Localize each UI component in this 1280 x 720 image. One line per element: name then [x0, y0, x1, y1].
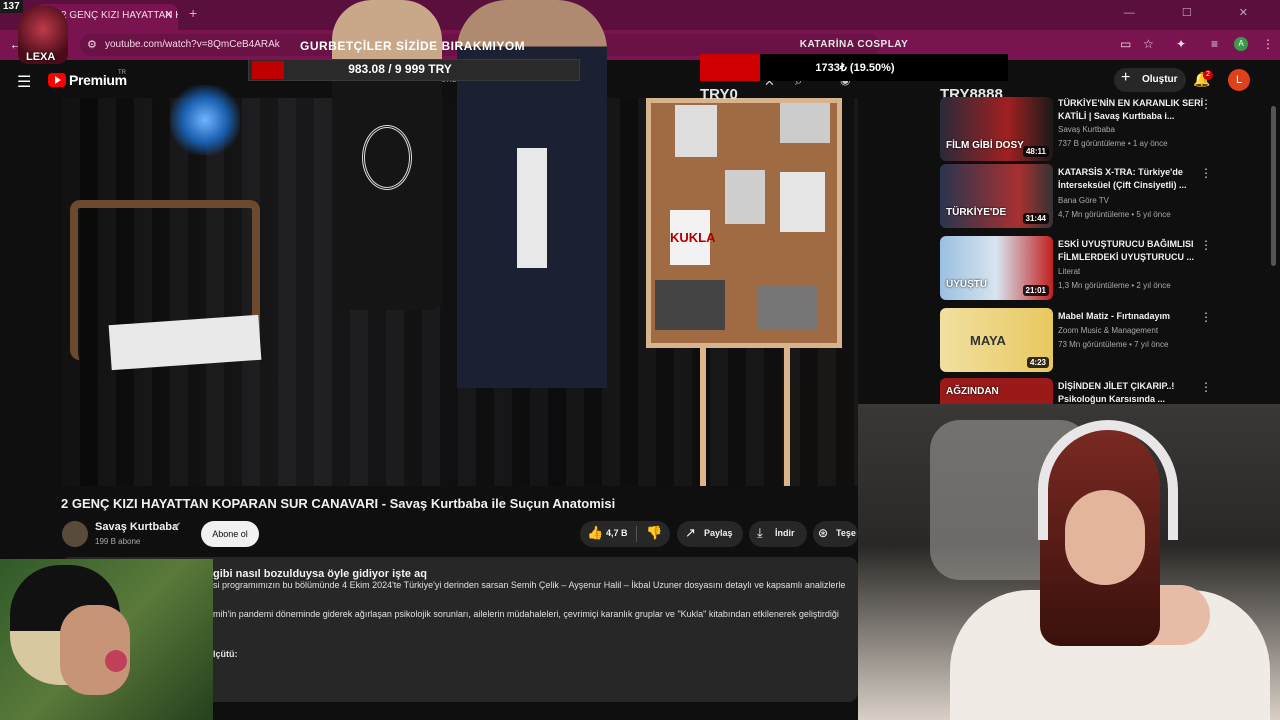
recommended-meta: 737 B görüntüleme • 1 ay önce	[1058, 139, 1168, 148]
video-thumbnail[interactable]: FİLM GİBİ DOSY 48:11	[940, 97, 1053, 161]
new-tab-button[interactable]: +	[189, 5, 197, 21]
recommended-video[interactable]: TÜRKİYE'DE 31:44 KATARSİS X-TRA: Türkiye…	[940, 164, 1270, 230]
thumbnail-text: UYUŞTU	[946, 279, 988, 290]
video-duration: 21:01	[1022, 285, 1049, 296]
bookmark-star-icon[interactable]: ☆	[1143, 37, 1154, 51]
channel-avatar[interactable]	[62, 521, 88, 547]
board-photo	[758, 285, 818, 330]
recommended-video[interactable]: UYUŞTU 21:01 ESKİ UYUŞTURUCU BAĞIMLISI F…	[940, 236, 1270, 302]
recommended-title[interactable]: ESKİ UYUŞTURUCU BAĞIMLISI FİLMLERDEKİ UY…	[1058, 238, 1208, 264]
browser-profile-avatar[interactable]: A	[1234, 37, 1248, 51]
thumbnail-text: FİLM GİBİ DOSY	[946, 140, 1024, 151]
region-code: TR	[118, 70, 126, 76]
cosplay-goal-fill	[700, 54, 760, 81]
verified-check-icon: ✔	[173, 521, 182, 532]
board-photo	[675, 105, 717, 157]
thumbnail-text: AĞZINDAN	[946, 386, 999, 397]
youtube-logo-icon[interactable]	[48, 73, 66, 87]
video-studio-light	[170, 85, 240, 155]
plus-icon: +	[1121, 69, 1131, 86]
thumbnail-text: MAYA	[970, 333, 1006, 348]
site-info-icon[interactable]: ⚙	[87, 38, 97, 51]
account-avatar[interactable]: L	[1228, 69, 1250, 91]
viewer-counter: 137	[0, 0, 23, 13]
video-duration: 48:11	[1022, 146, 1049, 157]
window-controls[interactable]: — ☐ ✕	[1124, 6, 1270, 19]
dislike-icon[interactable]: 👎	[646, 525, 662, 541]
create-label: Oluştur	[1142, 74, 1178, 85]
thanks-label: Teşe	[836, 528, 856, 538]
recommended-video[interactable]: FİLM GİBİ DOSY 48:11 TÜRKİYE'NİN EN KARA…	[940, 97, 1270, 163]
more-options-icon[interactable]: ⋮	[1200, 380, 1212, 394]
like-divider	[636, 526, 637, 542]
recommended-video[interactable]: AĞZINDAN DİŞİNDEN JİLET ÇIKARIP..! Psiko…	[940, 378, 1270, 404]
sidebar-scrollbar[interactable]	[1271, 106, 1276, 266]
description-heading: gibi nasıl bozulduysa öyle gidiyor işte …	[213, 568, 427, 580]
share-label: Paylaş	[704, 528, 733, 538]
video-duration: 4:23	[1026, 357, 1049, 368]
subscriber-count: 199 B abone	[95, 537, 141, 546]
download-label: İndir	[775, 528, 795, 538]
recommended-video[interactable]: MAYA 4:23 Mabel Matiz - Fırtınadayım Zoo…	[940, 308, 1270, 374]
url-text[interactable]: youtube.com/watch?v=8QmCeB4ARAk	[105, 39, 280, 50]
board-photo	[725, 170, 765, 224]
thumbnail-text: TÜRKİYE'DE	[946, 207, 1007, 218]
recommended-meta: 1,3 Mn görüntüleme • 2 yıl önce	[1058, 281, 1171, 290]
donation-goal-fill	[252, 61, 284, 79]
more-options-icon[interactable]: ⋮	[1200, 238, 1212, 252]
video-thumbnail[interactable]: UYUŞTU 21:01	[940, 236, 1053, 300]
browser-menu-icon[interactable]: ⋮	[1262, 37, 1274, 51]
flower-icon	[105, 650, 127, 672]
kukla-card: KUKLA	[670, 210, 716, 265]
recommended-title[interactable]: DİŞİNDEN JİLET ÇIKARIP..! Psikoloğun Kar…	[1058, 380, 1208, 404]
description-line: lçütü:	[213, 649, 238, 659]
recommended-meta: 4,7 Mn görüntüleme • 5 yıl önce	[1058, 210, 1171, 219]
thanks-icon: ⊛	[818, 526, 829, 540]
fingerprint-icon	[362, 125, 412, 190]
recommended-channel[interactable]: Literat	[1058, 267, 1080, 276]
donation-goal-title: GURBETÇİLER SİZİDE BIRAKMIYOM	[300, 39, 526, 53]
download-icon: ⤓	[757, 525, 763, 540]
description-line: mih'in pandemi döneminde giderek ağırlaş…	[213, 609, 839, 619]
video-easel	[700, 348, 790, 486]
recommended-title[interactable]: TÜRKİYE'NİN EN KARANLIK SERİ KATİLİ | Sa…	[1058, 97, 1208, 123]
close-icon[interactable]: ✕	[164, 8, 173, 21]
recommended-title[interactable]: Mabel Matiz - Fırtınadayım	[1058, 310, 1208, 323]
recommended-channel[interactable]: Savaş Kurtbaba	[1058, 125, 1115, 134]
cast-icon[interactable]: ▭	[1120, 37, 1131, 51]
description-line: si programımızın bu bölümünde 4 Ekim 202…	[213, 580, 846, 590]
reading-list-icon[interactable]: ≡	[1211, 37, 1218, 51]
video-presenter-shirt	[517, 148, 547, 268]
recommended-channel[interactable]: Zoom Music & Management	[1058, 326, 1158, 335]
recommended-title[interactable]: KATARSİS X-TRA: Türkiye'de İnterseksüel …	[1058, 166, 1208, 192]
like-count[interactable]: 4,7 B	[606, 528, 628, 538]
recommended-channel[interactable]: Bana Göre TV	[1058, 196, 1109, 205]
more-options-icon[interactable]: ⋮	[1200, 310, 1212, 324]
video-thumbnail[interactable]: MAYA 4:23	[940, 308, 1053, 372]
board-photo	[655, 280, 725, 330]
video-thumbnail[interactable]: AĞZINDAN	[940, 378, 1053, 404]
cosplay-goal-title: KATARİNA COSPLAY	[799, 39, 909, 50]
more-options-icon[interactable]: ⋮	[1200, 97, 1212, 111]
try0-label: TRY0	[700, 86, 738, 103]
video-title: 2 GENÇ KIZI HAYATTAN KOPARAN SUR CANAVAR…	[61, 496, 616, 511]
extensions-icon[interactable]: ✦	[1176, 37, 1186, 51]
donation-goal-amount: 983.08 / 9 999 TRY	[348, 62, 452, 76]
video-duration: 31:44	[1022, 213, 1049, 224]
cosplay-goal-amount: 1733₺ (19.50%)	[815, 62, 895, 74]
board-photo	[780, 172, 825, 232]
subscribe-button[interactable]: Abone ol	[201, 521, 259, 547]
board-photo	[780, 103, 830, 143]
share-icon: ↗	[685, 525, 696, 540]
like-icon[interactable]: 👍	[587, 525, 603, 541]
recommended-meta: 73 Mn görüntüleme • 7 yıl önce	[1058, 340, 1169, 349]
hamburger-menu-icon[interactable]: ☰	[17, 72, 31, 92]
video-thumbnail[interactable]: TÜRKİYE'DE 31:44	[940, 164, 1053, 228]
more-options-icon[interactable]: ⋮	[1200, 166, 1212, 180]
channel-name[interactable]: Savaş Kurtbaba	[95, 521, 178, 533]
notification-badge: 2	[1203, 70, 1213, 80]
streamer-logo-text: LEXA	[26, 51, 56, 63]
